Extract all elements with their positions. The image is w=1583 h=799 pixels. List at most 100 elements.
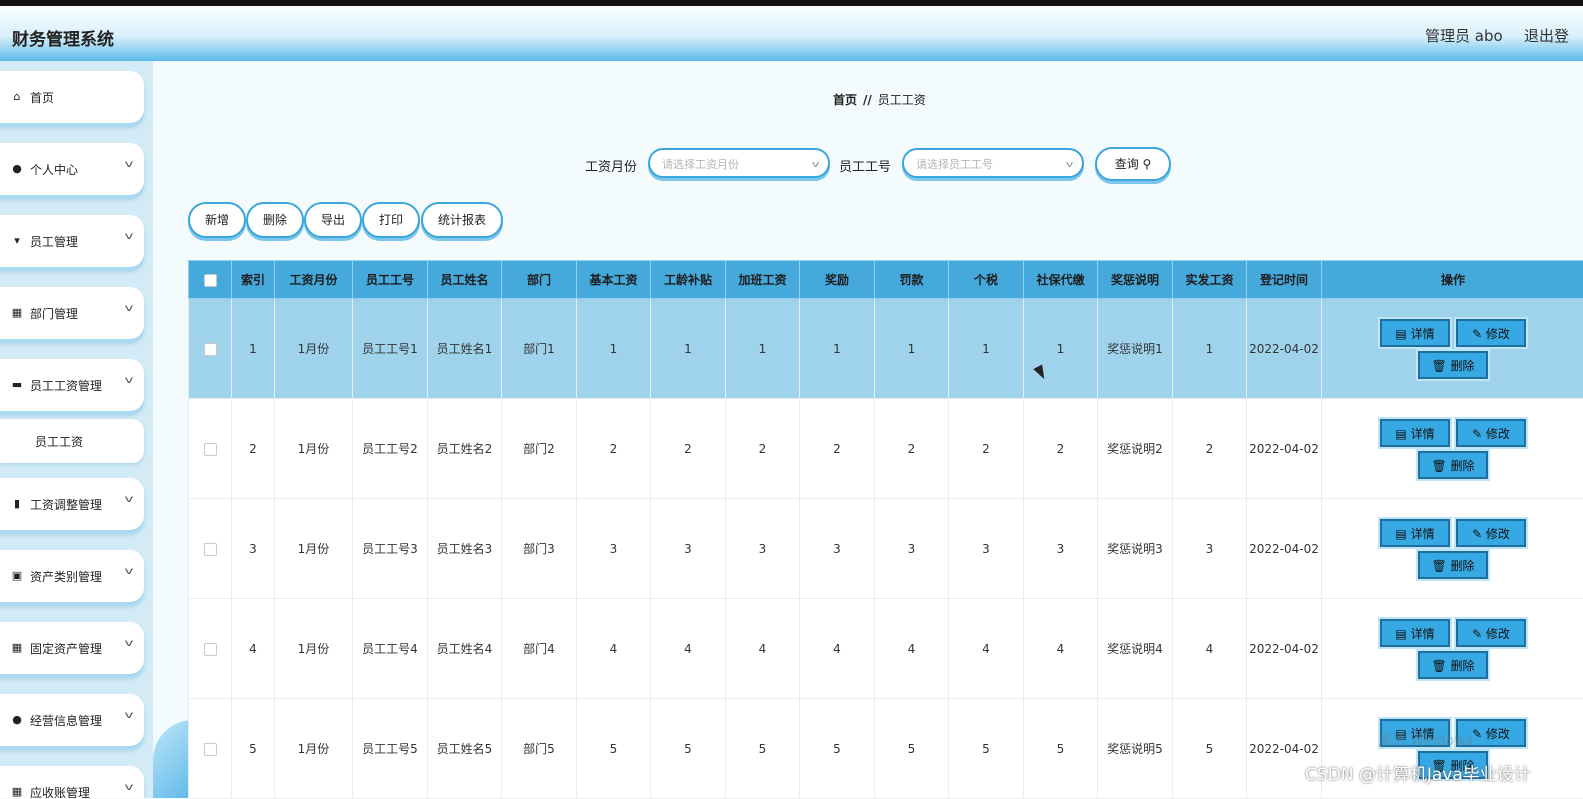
row-checkbox-cell[interactable] [189,599,232,699]
export-button[interactable]: 导出 [304,202,362,238]
table-row[interactable]: 41月份员工工号4员工姓名4部门44444444奖惩说明442022-04-02… [189,599,1583,699]
sidebar-item[interactable]: ●经营信息管理v [0,694,144,746]
delete-button[interactable]: 🗑 删除 [1418,551,1488,579]
grid-icon: ▦ [10,641,24,655]
table-row[interactable]: 11月份员工工号1员工姓名1部门11111111奖惩说明112022-04-02… [189,299,1583,399]
table-cell: 1月份 [275,299,353,399]
column-header: 社保代缴 [1024,261,1098,299]
sidebar-item[interactable]: ▾员工管理v [0,215,144,267]
edit-button[interactable]: ✎ 修改 [1456,519,1526,547]
column-header: 工龄补贴 [651,261,726,299]
sidebar-item-label: 应收账管理 [30,784,90,798]
table-cell: 1 [651,299,726,399]
breadcrumb-home[interactable]: 首页 [833,93,857,107]
row-checkbox[interactable] [204,443,217,456]
month-select[interactable]: 请选择工资月份 v [648,148,830,178]
employee-filter-label: 员工工号 [839,156,891,175]
print-button[interactable]: 打印 [362,202,420,238]
table-cell: 2 [949,399,1024,499]
table-cell: 4 [800,599,875,699]
column-header: 实发工资 [1173,261,1247,299]
row-checkbox-cell[interactable] [189,299,232,399]
table-cell: 2022-04-02 [1247,599,1322,699]
batch-delete-button[interactable]: 删除 [246,202,304,238]
delete-button[interactable]: 🗑 删除 [1418,351,1488,379]
table-cell: 部门2 [502,399,577,499]
table-cell: 部门4 [502,599,577,699]
user-icon: ● [10,162,24,176]
edit-button[interactable]: ✎ 修改 [1456,419,1526,447]
table-cell: 1 [1173,299,1247,399]
table-row[interactable]: 31月份员工工号3员工姓名3部门33333333奖惩说明332022-04-02… [189,499,1583,599]
logout-link[interactable]: 退出登 [1524,25,1569,46]
breadcrumb-current: 员工工资 [878,93,926,107]
grid-icon: ▦ [10,306,24,320]
table-cell: 员工工号1 [353,299,428,399]
table-cell: 2 [1173,399,1247,499]
sidebar-item[interactable]: ▣资产类别管理v [0,550,144,602]
report-button[interactable]: 统计报表 [421,202,503,238]
sidebar-item[interactable]: ▬员工工资管理v [0,359,144,411]
sidebar-item[interactable]: ▦固定资产管理v [0,622,144,674]
table-cell: 4 [949,599,1024,699]
sidebar-item-label: 固定资产管理 [30,640,102,657]
row-checkbox[interactable] [204,643,217,656]
detail-button[interactable]: ▤ 详情 [1380,619,1450,647]
column-header: 登记时间 [1247,261,1322,299]
sidebar-item[interactable]: ▮工资调整管理v [0,478,144,530]
sidebar-item[interactable]: ▦应收账管理v [0,766,144,798]
sidebar-subitem-salary[interactable]: 员工工资 [0,419,144,463]
salary-table: 索引工资月份员工工号员工姓名部门基本工资工龄补贴加班工资奖励罚款个税社保代缴奖惩… [188,260,1583,799]
table-cell: 部门3 [502,499,577,599]
sidebar: ⌂首页 ●个人中心v ▾员工管理v ▦部门管理v ▬员工工资管理v ▮工资调整管理v ▣资产… [0,61,153,798]
table-cell: 2 [577,399,651,499]
table-cell: 奖惩说明5 [1098,699,1173,799]
detail-button[interactable]: ▤ 详情 [1380,419,1450,447]
row-checkbox-cell[interactable] [189,499,232,599]
watermark: CSDN @计算机Java毕业设计 [1305,760,1531,785]
breadcrumb-separator: // [863,93,872,107]
column-header: 工资月份 [275,261,353,299]
chevron-down-icon: v [125,303,134,314]
actions-cell: ▤ 详情✎ 修改 🗑 删除 [1322,399,1583,499]
table-cell: 4 [232,599,275,699]
select-all-checkbox[interactable] [204,274,217,287]
row-checkbox-cell[interactable] [189,699,232,799]
table-cell: 5 [726,699,800,799]
sidebar-item[interactable]: ▦部门管理v [0,287,144,339]
sidebar-item[interactable]: ●个人中心v [0,143,144,195]
table-cell: 2 [1024,399,1098,499]
chevron-down-icon: v [125,159,134,170]
table-cell: 3 [949,499,1024,599]
delete-button[interactable]: 🗑 删除 [1418,451,1488,479]
row-checkbox-cell[interactable] [189,399,232,499]
row-checkbox[interactable] [204,743,217,756]
row-checkbox[interactable] [204,343,217,356]
table-cell: 1 [577,299,651,399]
detail-button[interactable]: ▤ 详情 [1380,519,1450,547]
table-cell: 2 [232,399,275,499]
table-cell: 2 [875,399,949,499]
edit-button[interactable]: ✎ 修改 [1456,319,1526,347]
current-user: 管理员 abo [1425,25,1503,46]
sidebar-item-label: 员工管理 [30,233,78,250]
table-row[interactable]: 21月份员工工号2员工姓名2部门22222222奖惩说明222022-04-02… [189,399,1583,499]
clipboard-icon: ▣ [10,569,24,583]
row-checkbox[interactable] [204,543,217,556]
table-cell: 员工工号3 [353,499,428,599]
table-cell: 1 [800,299,875,399]
table-cell: 4 [875,599,949,699]
table-cell: 2022-04-02 [1247,299,1322,399]
add-button[interactable]: 新增 [188,202,246,238]
column-header: 索引 [232,261,275,299]
table-cell: 3 [875,499,949,599]
edit-button[interactable]: ✎ 修改 [1456,619,1526,647]
grid-icon: ▦ [10,785,24,798]
employee-select[interactable]: 请选择员工工号 v [902,148,1084,178]
delete-button[interactable]: 🗑 删除 [1418,651,1488,679]
detail-button[interactable]: ▤ 详情 [1380,319,1450,347]
sidebar-item-label: 首页 [30,89,54,106]
query-button[interactable]: 查询 ⚲ [1095,147,1171,181]
sidebar-item[interactable]: ⌂首页 [0,71,144,123]
select-all-checkbox-cell[interactable] [189,261,232,299]
